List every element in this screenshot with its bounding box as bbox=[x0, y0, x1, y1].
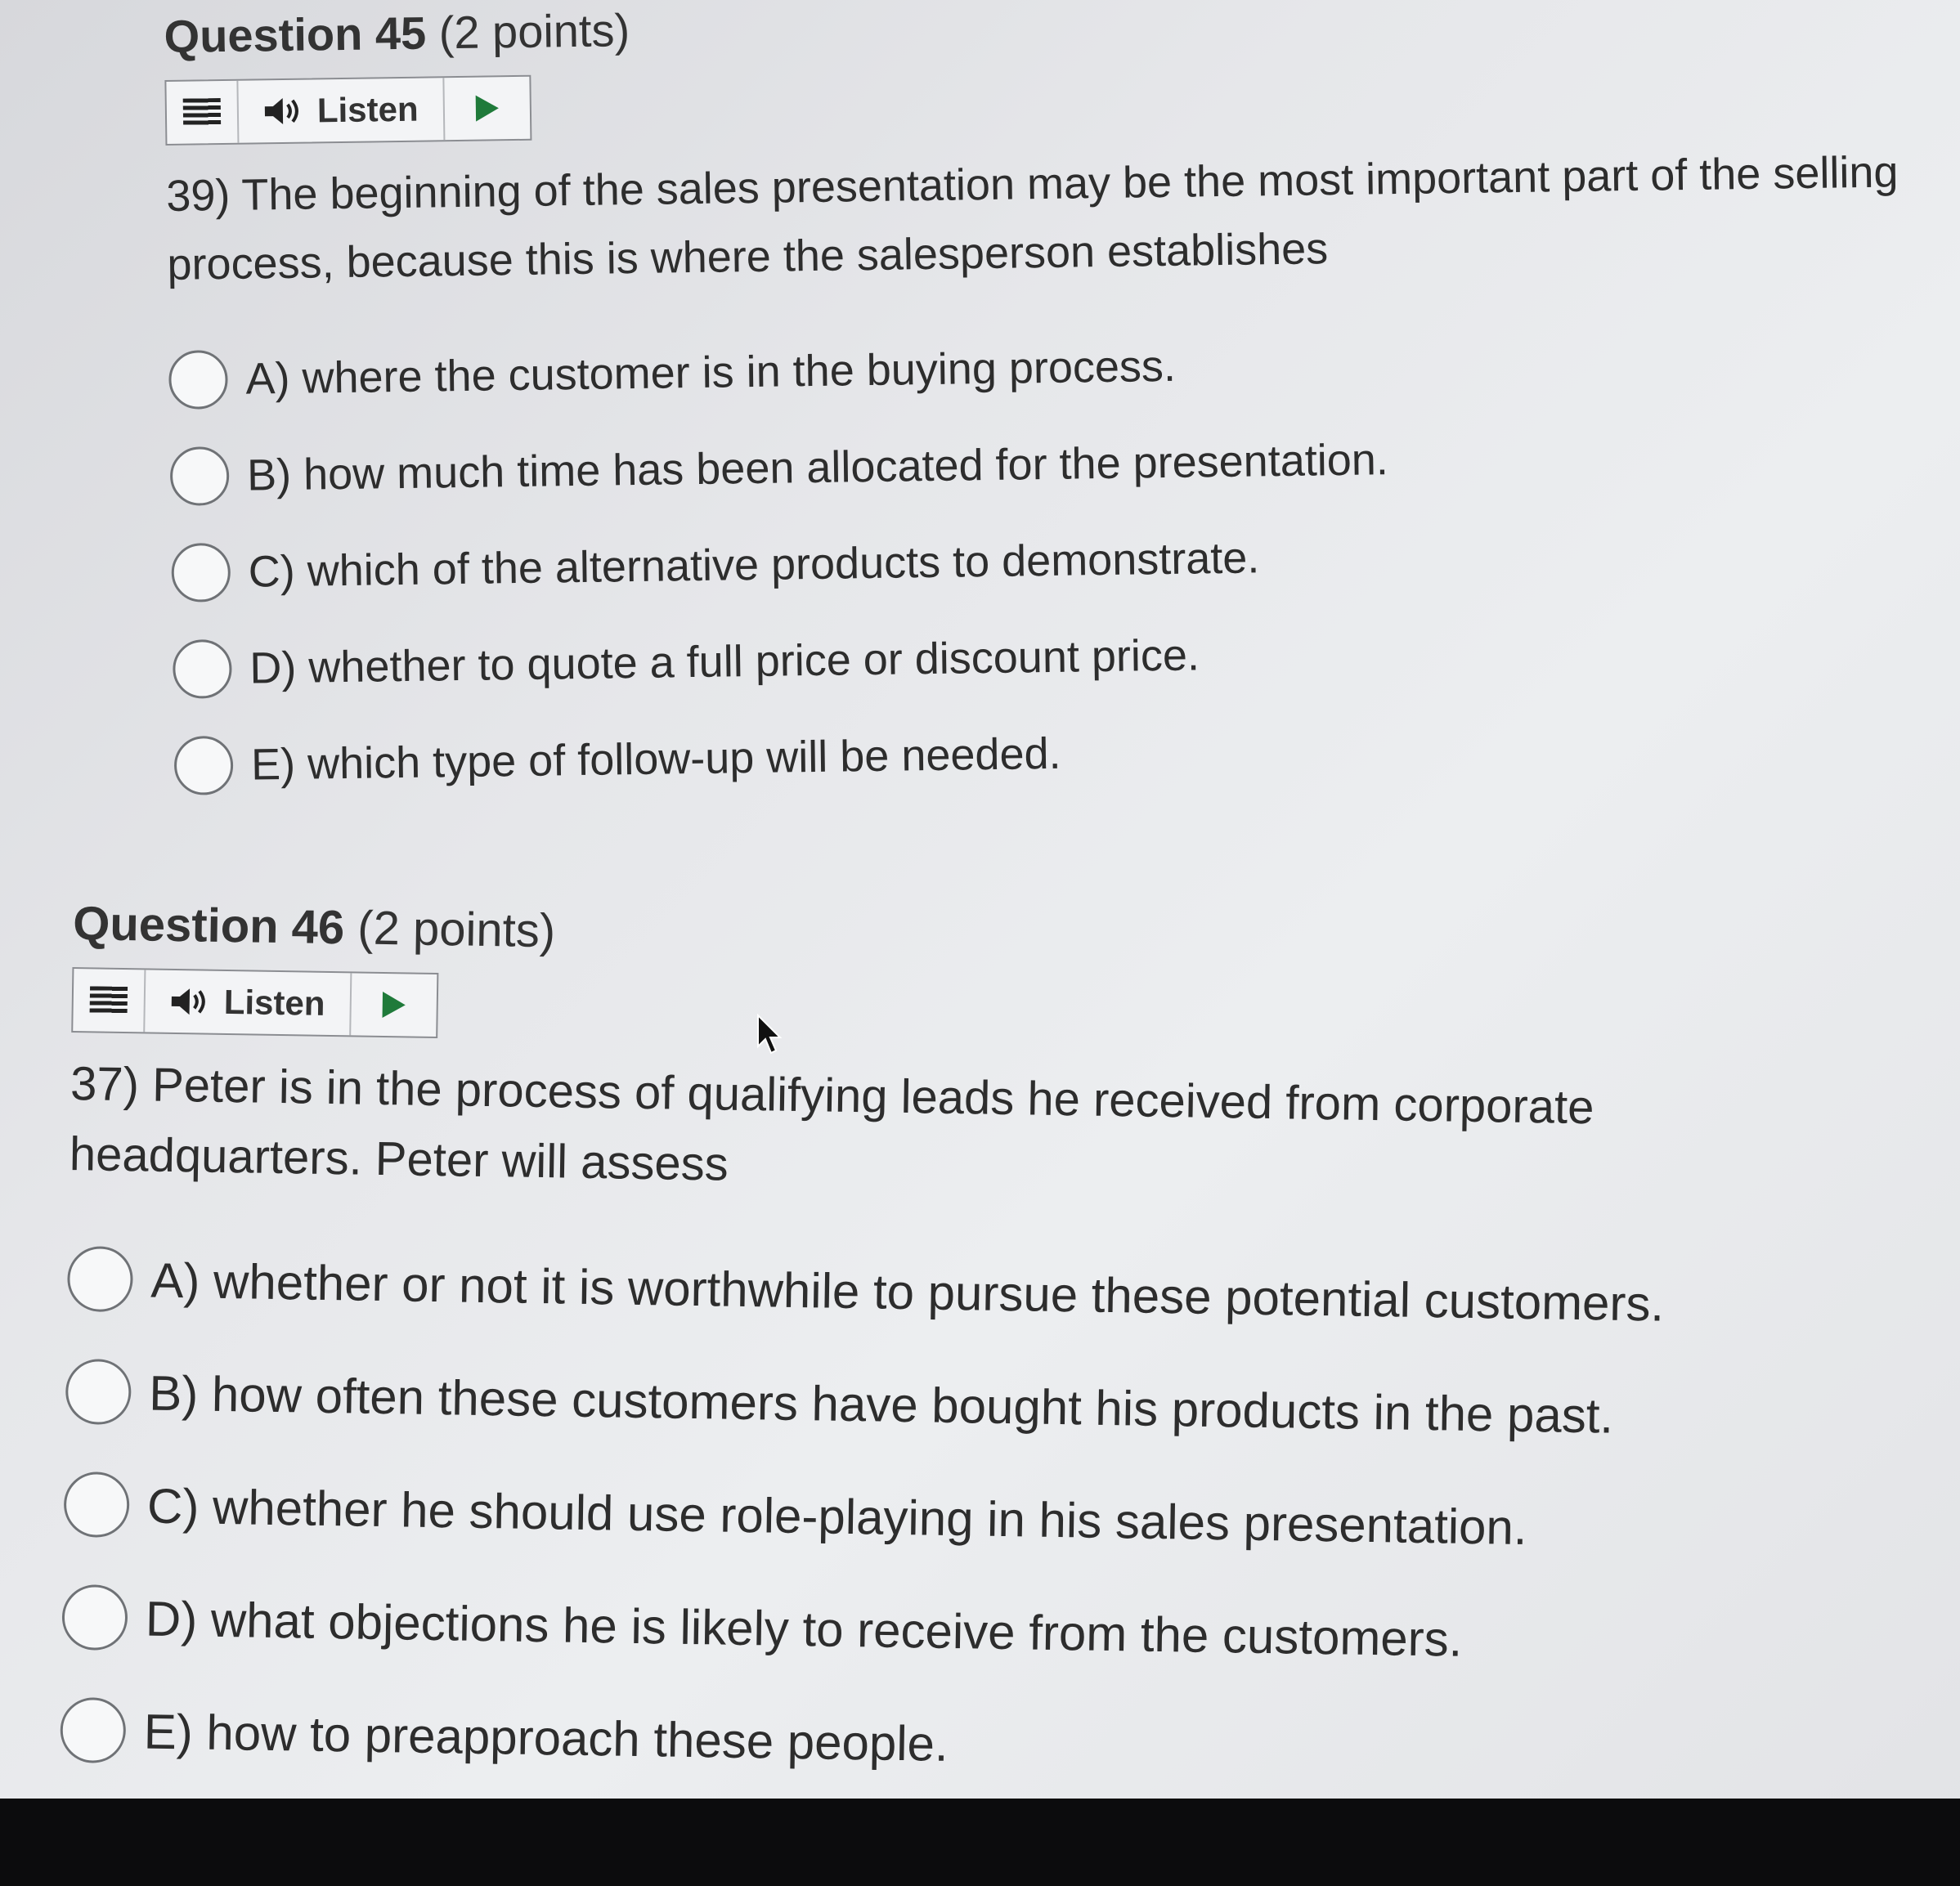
radio-button[interactable] bbox=[169, 446, 230, 506]
radio-button[interactable] bbox=[171, 542, 231, 603]
listen-label: Listen bbox=[223, 982, 325, 1023]
monitor-bezel bbox=[0, 1799, 1960, 1886]
radio-button[interactable] bbox=[60, 1696, 127, 1764]
listen-menu-button[interactable] bbox=[166, 80, 240, 144]
radio-button[interactable] bbox=[61, 1584, 128, 1651]
choice-label: A) where the customer is in the buying p… bbox=[245, 341, 1177, 404]
choice-label: D) what objections he is likely to recei… bbox=[145, 1590, 1463, 1667]
play-button[interactable] bbox=[351, 973, 437, 1037]
listen-button[interactable]: Listen bbox=[145, 970, 352, 1036]
choice-label: E) how to preapproach these people. bbox=[143, 1703, 949, 1772]
question-points: (2 points) bbox=[357, 901, 556, 958]
question-number: Question 46 bbox=[72, 896, 345, 955]
question-number: Question 45 bbox=[164, 7, 427, 62]
choice-label: B) how often these customers have bought… bbox=[148, 1365, 1614, 1444]
choice-label: C) whether he should use role-playing in… bbox=[146, 1478, 1528, 1555]
play-icon bbox=[475, 95, 499, 122]
radio-button[interactable] bbox=[66, 1245, 134, 1313]
speaker-icon bbox=[171, 988, 205, 1015]
listen-toolbar: Listen bbox=[71, 966, 439, 1039]
choice-label: B) how much time has been allocated for … bbox=[246, 435, 1389, 500]
choice-label: D) whether to quote a full price or disc… bbox=[249, 630, 1200, 693]
listen-button[interactable]: Listen bbox=[238, 78, 446, 143]
question-46: Question 46 (2 points) Listen 37) Peter … bbox=[60, 887, 1832, 1814]
radio-button[interactable] bbox=[172, 638, 232, 699]
menu-icon bbox=[89, 986, 128, 1015]
listen-label: Listen bbox=[316, 89, 419, 130]
question-45: Question 45 (2 points) Listen 39) The be… bbox=[164, 0, 1933, 814]
question-points: (2 points) bbox=[438, 4, 630, 59]
question-text: 37) Peter is in the process of qualifyin… bbox=[69, 1056, 1594, 1191]
mouse-pointer-icon bbox=[757, 1014, 783, 1055]
question-title: Question 45 (2 points) bbox=[164, 0, 1922, 74]
choice-label: E) which type of follow-up will be neede… bbox=[250, 728, 1061, 790]
radio-button[interactable] bbox=[63, 1471, 130, 1539]
choice-label: C) which of the alternative products to … bbox=[248, 533, 1260, 597]
speaker-icon bbox=[264, 97, 298, 124]
radio-button[interactable] bbox=[65, 1358, 132, 1426]
menu-icon bbox=[182, 98, 222, 127]
screen: Question 45 (2 points) Listen 39) The be… bbox=[0, 0, 1960, 1799]
radio-button[interactable] bbox=[168, 349, 228, 410]
listen-toolbar: Listen bbox=[164, 74, 532, 146]
choice-label: A) whether or not it is worthwhile to pu… bbox=[150, 1252, 1665, 1332]
play-icon bbox=[382, 991, 406, 1019]
answer-choices: A) whether or not it is worthwhile to pu… bbox=[60, 1222, 1827, 1814]
listen-menu-button[interactable] bbox=[73, 969, 146, 1033]
play-button[interactable] bbox=[444, 77, 530, 140]
answer-choices: A) where the customer is in the buying p… bbox=[168, 307, 1933, 814]
question-text: 39) The beginning of the sales presentat… bbox=[165, 147, 1899, 289]
radio-button[interactable] bbox=[173, 735, 234, 795]
